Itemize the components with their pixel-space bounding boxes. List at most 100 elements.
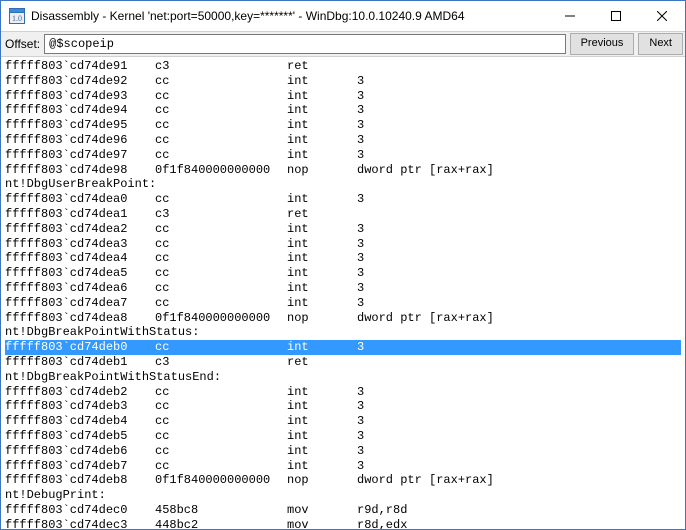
operands: 3 bbox=[357, 251, 364, 266]
addr: fffff803`cd74de93 bbox=[5, 89, 155, 104]
addr: fffff803`cd74de97 bbox=[5, 148, 155, 163]
operands: 3 bbox=[357, 414, 364, 429]
mnemonic: int bbox=[287, 222, 357, 237]
mnemonic: ret bbox=[287, 207, 357, 222]
offset-input[interactable] bbox=[44, 34, 565, 54]
disasm-row[interactable]: fffff803`cd74deb80f1f840000000000nopdwor… bbox=[5, 473, 681, 488]
mnemonic: int bbox=[287, 192, 357, 207]
next-button[interactable]: Next bbox=[638, 33, 683, 55]
operands: 3 bbox=[357, 192, 364, 207]
disasm-row[interactable]: fffff803`cd74deb6ccint3 bbox=[5, 444, 681, 459]
bytes: cc bbox=[155, 281, 287, 296]
app-icon: 1.0 bbox=[9, 8, 25, 24]
disassembly-view[interactable]: fffff803`cd74de91c3retfffff803`cd74de92c… bbox=[1, 57, 685, 529]
maximize-button[interactable] bbox=[593, 1, 639, 31]
bytes: cc bbox=[155, 237, 287, 252]
operands: dword ptr [rax+rax] bbox=[357, 163, 494, 178]
addr: fffff803`cd74deb8 bbox=[5, 473, 155, 488]
addr: fffff803`cd74dea8 bbox=[5, 311, 155, 326]
bytes: cc bbox=[155, 222, 287, 237]
bytes: cc bbox=[155, 251, 287, 266]
disasm-row[interactable]: fffff803`cd74dea2ccint3 bbox=[5, 222, 681, 237]
mnemonic: nop bbox=[287, 163, 357, 178]
toolbar: Offset: Previous Next bbox=[1, 32, 685, 57]
mnemonic: nop bbox=[287, 311, 357, 326]
bytes: cc bbox=[155, 399, 287, 414]
disasm-row[interactable]: fffff803`cd74dea4ccint3 bbox=[5, 251, 681, 266]
disasm-row[interactable]: fffff803`cd74deb7ccint3 bbox=[5, 459, 681, 474]
bytes: c3 bbox=[155, 207, 287, 222]
mnemonic: int bbox=[287, 281, 357, 296]
bytes: cc bbox=[155, 148, 287, 163]
mnemonic: int bbox=[287, 148, 357, 163]
bytes: cc bbox=[155, 459, 287, 474]
addr: fffff803`cd74dea1 bbox=[5, 207, 155, 222]
bytes: cc bbox=[155, 340, 287, 355]
addr: fffff803`cd74de94 bbox=[5, 103, 155, 118]
bytes: cc bbox=[155, 266, 287, 281]
minimize-button[interactable] bbox=[547, 1, 593, 31]
disasm-row[interactable]: fffff803`cd74deb3ccint3 bbox=[5, 399, 681, 414]
bytes: cc bbox=[155, 414, 287, 429]
operands: r9d,r8d bbox=[357, 503, 407, 518]
disasm-row[interactable]: fffff803`cd74de94ccint3 bbox=[5, 103, 681, 118]
disasm-row[interactable]: fffff803`cd74de95ccint3 bbox=[5, 118, 681, 133]
disasm-label[interactable]: nt!DbgBreakPointWithStatusEnd: bbox=[5, 370, 681, 385]
disasm-row[interactable]: fffff803`cd74de97ccint3 bbox=[5, 148, 681, 163]
disasm-row[interactable]: fffff803`cd74deb1c3ret bbox=[5, 355, 681, 370]
disasm-row[interactable]: fffff803`cd74de980f1f840000000000nopdwor… bbox=[5, 163, 681, 178]
disasm-row[interactable]: fffff803`cd74dec0458bc8movr9d,r8d bbox=[5, 503, 681, 518]
operands: 3 bbox=[357, 222, 364, 237]
disasm-row[interactable]: fffff803`cd74dea80f1f840000000000nopdwor… bbox=[5, 311, 681, 326]
mnemonic: nop bbox=[287, 473, 357, 488]
disasm-row[interactable]: fffff803`cd74deb0ccint3 bbox=[5, 340, 681, 355]
addr: fffff803`cd74deb2 bbox=[5, 385, 155, 400]
disasm-label[interactable]: nt!DebugPrint: bbox=[5, 488, 681, 503]
operands: 3 bbox=[357, 296, 364, 311]
disasm-label[interactable]: nt!DbgUserBreakPoint: bbox=[5, 177, 681, 192]
addr: fffff803`cd74dea6 bbox=[5, 281, 155, 296]
bytes: c3 bbox=[155, 59, 287, 74]
operands: 3 bbox=[357, 89, 364, 104]
mnemonic: int bbox=[287, 399, 357, 414]
mnemonic: int bbox=[287, 414, 357, 429]
disasm-row[interactable]: fffff803`cd74dea6ccint3 bbox=[5, 281, 681, 296]
addr: fffff803`cd74deb7 bbox=[5, 459, 155, 474]
disasm-row[interactable]: fffff803`cd74dea7ccint3 bbox=[5, 296, 681, 311]
addr: fffff803`cd74dea2 bbox=[5, 222, 155, 237]
disasm-row[interactable]: fffff803`cd74dec3448bc2movr8d,edx bbox=[5, 518, 681, 529]
disasm-row[interactable]: fffff803`cd74deb2ccint3 bbox=[5, 385, 681, 400]
addr: fffff803`cd74de96 bbox=[5, 133, 155, 148]
disasm-row[interactable]: fffff803`cd74deb5ccint3 bbox=[5, 429, 681, 444]
bytes: cc bbox=[155, 74, 287, 89]
mnemonic: int bbox=[287, 251, 357, 266]
bytes: cc bbox=[155, 444, 287, 459]
operands: dword ptr [rax+rax] bbox=[357, 311, 494, 326]
disasm-row[interactable]: fffff803`cd74dea3ccint3 bbox=[5, 237, 681, 252]
previous-button[interactable]: Previous bbox=[570, 33, 635, 55]
addr: fffff803`cd74de91 bbox=[5, 59, 155, 74]
disasm-row[interactable]: fffff803`cd74de96ccint3 bbox=[5, 133, 681, 148]
window-title: Disassembly - Kernel 'net:port=50000,key… bbox=[31, 9, 547, 23]
mnemonic: int bbox=[287, 340, 357, 355]
disasm-row[interactable]: fffff803`cd74de93ccint3 bbox=[5, 89, 681, 104]
bytes: c3 bbox=[155, 355, 287, 370]
operands: r8d,edx bbox=[357, 518, 407, 529]
disasm-row[interactable]: fffff803`cd74dea0ccint3 bbox=[5, 192, 681, 207]
disasm-row[interactable]: fffff803`cd74dea1c3ret bbox=[5, 207, 681, 222]
addr: fffff803`cd74deb5 bbox=[5, 429, 155, 444]
bytes: cc bbox=[155, 89, 287, 104]
disasm-row[interactable]: fffff803`cd74dea5ccint3 bbox=[5, 266, 681, 281]
mnemonic: int bbox=[287, 237, 357, 252]
mnemonic: int bbox=[287, 444, 357, 459]
close-button[interactable] bbox=[639, 1, 685, 31]
disasm-label[interactable]: nt!DbgBreakPointWithStatus: bbox=[5, 325, 681, 340]
disasm-row[interactable]: fffff803`cd74deb4ccint3 bbox=[5, 414, 681, 429]
mnemonic: int bbox=[287, 103, 357, 118]
titlebar[interactable]: 1.0 Disassembly - Kernel 'net:port=50000… bbox=[1, 1, 685, 32]
mnemonic: int bbox=[287, 266, 357, 281]
disasm-row[interactable]: fffff803`cd74de92ccint3 bbox=[5, 74, 681, 89]
disasm-row[interactable]: fffff803`cd74de91c3ret bbox=[5, 59, 681, 74]
operands: 3 bbox=[357, 385, 364, 400]
operands: 3 bbox=[357, 237, 364, 252]
